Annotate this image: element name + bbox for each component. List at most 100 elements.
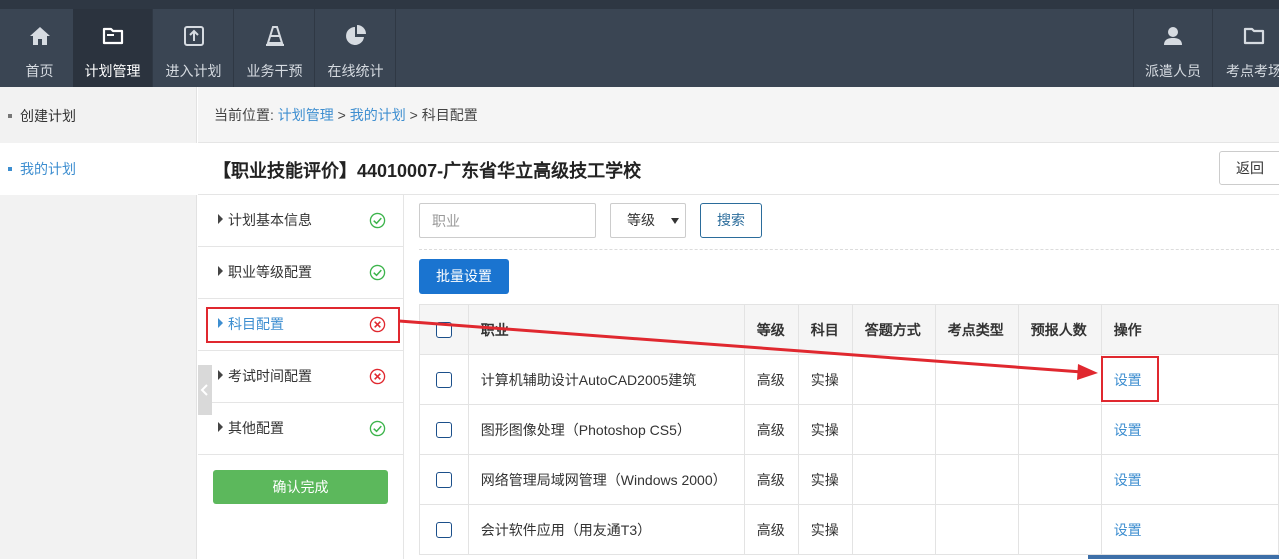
error-circle-icon: [369, 368, 386, 385]
step-list: 计划基本信息 职业等级配置 科目配置 考试时间配置 其他配置: [198, 195, 404, 559]
select-all-cell: [419, 304, 469, 355]
cell-site-type: [934, 404, 1019, 455]
cell-job: 网络管理局域网管理（Windows 2000）: [467, 454, 745, 505]
level-select-value: 等级: [627, 212, 655, 228]
enter-icon: [154, 23, 233, 49]
nav-item-online-stats[interactable]: 在线统计: [316, 9, 396, 87]
cell-job: 会计软件应用（用友通T3）: [467, 504, 745, 555]
cell-reported-count: [1017, 354, 1102, 405]
cell-answer-mode: [851, 454, 936, 505]
row-select-cell: [419, 454, 469, 505]
divider: [419, 249, 1279, 250]
cell-subject: 实操: [797, 454, 853, 505]
user-icon: [1134, 23, 1212, 49]
check-circle-icon: [369, 264, 386, 281]
cell-job: 图形图像处理（Photoshop CS5）: [467, 404, 745, 455]
cell-reported-count: [1017, 504, 1102, 555]
cell-job: 计算机辅助设计AutoCAD2005建筑: [467, 354, 745, 405]
check-circle-icon: [369, 212, 386, 229]
row-checkbox[interactable]: [435, 422, 452, 439]
breadcrumb-link-my-plans[interactable]: 我的计划: [350, 107, 406, 123]
page-title: 【职业技能评价】44010007-广东省华立高级技工学校: [213, 161, 642, 181]
header-level: 等级: [743, 304, 799, 355]
cone-icon: [235, 23, 314, 49]
cell-answer-mode: [851, 404, 936, 455]
sidebar: 创建计划 我的计划: [0, 87, 197, 559]
folder-icon: [1214, 23, 1279, 49]
select-all-checkbox[interactable]: [435, 322, 452, 339]
settings-link[interactable]: 设置: [1114, 472, 1142, 488]
check-circle-icon: [369, 420, 386, 437]
sidebar-item-create-plan[interactable]: 创建计划: [0, 90, 197, 142]
sidebar-item-my-plans[interactable]: 我的计划: [0, 143, 197, 195]
table-row: 网络管理局域网管理（Windows 2000） 高级 实操 设置: [419, 454, 1279, 505]
header-job: 职业: [467, 304, 745, 355]
caret-right-icon: [218, 266, 223, 276]
breadcrumb-link-plan-management[interactable]: 计划管理: [278, 107, 334, 123]
nav-label: 进入计划: [165, 63, 222, 79]
step-exam-time-config[interactable]: 考试时间配置: [198, 351, 403, 403]
confirm-complete-button[interactable]: 确认完成: [213, 470, 388, 504]
breadcrumb-separator: >: [409, 107, 418, 123]
breadcrumb-prefix: 当前位置:: [214, 107, 274, 123]
level-select[interactable]: 等级: [610, 203, 686, 238]
batch-settings-button[interactable]: 批量设置: [419, 259, 509, 294]
nav-label: 考点考场: [1226, 63, 1279, 79]
cell-answer-mode: [851, 354, 936, 405]
nav-label: 业务干预: [246, 63, 303, 79]
step-label: 职业等级配置: [228, 264, 312, 280]
settings-link[interactable]: 设置: [1114, 522, 1142, 538]
header-answer-mode: 答题方式: [851, 304, 936, 355]
pie-chart-icon: [316, 23, 395, 49]
nav-item-enter-plan[interactable]: 进入计划: [154, 9, 234, 87]
row-checkbox[interactable]: [435, 372, 452, 389]
row-checkbox[interactable]: [435, 472, 452, 489]
cell-site-type: [934, 504, 1019, 555]
breadcrumb-current: 科目配置: [421, 107, 478, 123]
caret-down-icon: [671, 218, 679, 224]
cell-level: 高级: [743, 454, 799, 505]
cell-reported-count: [1017, 404, 1102, 455]
job-search-input[interactable]: [419, 203, 596, 238]
cell-site-type: [934, 354, 1019, 405]
cell-answer-mode: [851, 504, 936, 555]
header-reported-count: 预报人数: [1017, 304, 1102, 355]
nav-item-exam-sites[interactable]: 考点考场: [1214, 9, 1279, 87]
top-strip: [0, 0, 1279, 9]
highlight-box-settings: [1101, 356, 1159, 402]
chevron-left-icon: [200, 384, 208, 396]
cell-actions: 设置: [1100, 404, 1279, 455]
subject-table: 职业 等级 科目 答题方式 考点类型 预报人数 操作 计算机辅助设计AutoCA…: [419, 304, 1279, 555]
nav-label: 在线统计: [327, 63, 384, 79]
cell-actions: 设置: [1100, 454, 1279, 505]
header-actions: 操作: [1100, 304, 1279, 355]
collapse-handle[interactable]: [198, 365, 212, 415]
nav-item-plan-management[interactable]: 计划管理: [73, 9, 153, 87]
row-select-cell: [419, 354, 469, 405]
back-button[interactable]: 返回: [1219, 151, 1279, 185]
nav-item-business-intervention[interactable]: 业务干预: [235, 9, 315, 87]
nav-label: 派遣人员: [1145, 63, 1201, 79]
search-button[interactable]: 搜索: [700, 203, 762, 238]
breadcrumb: 当前位置: 计划管理 > 我的计划 > 科目配置: [198, 87, 1279, 143]
step-other-config[interactable]: 其他配置: [198, 403, 403, 455]
header-subject: 科目: [797, 304, 853, 355]
nav-item-home[interactable]: 首页: [0, 9, 80, 87]
sidebar-item-label: 创建计划: [20, 108, 76, 124]
step-job-level-config[interactable]: 职业等级配置: [198, 247, 403, 299]
row-select-cell: [419, 404, 469, 455]
nav-item-dispatch-staff[interactable]: 派遣人员: [1133, 9, 1213, 87]
bottom-scroll-indicator: [1088, 555, 1279, 559]
cell-actions: 设置: [1100, 504, 1279, 555]
header-site-type: 考点类型: [934, 304, 1019, 355]
cell-subject: 实操: [797, 504, 853, 555]
sidebar-item-label: 我的计划: [20, 161, 76, 177]
row-select-cell: [419, 504, 469, 555]
settings-link[interactable]: 设置: [1114, 422, 1142, 438]
folder-icon: [73, 23, 152, 49]
bullet-icon: [8, 114, 12, 118]
cell-subject: 实操: [797, 404, 853, 455]
cell-level: 高级: [743, 504, 799, 555]
step-basic-info[interactable]: 计划基本信息: [198, 195, 403, 247]
row-checkbox[interactable]: [435, 522, 452, 539]
